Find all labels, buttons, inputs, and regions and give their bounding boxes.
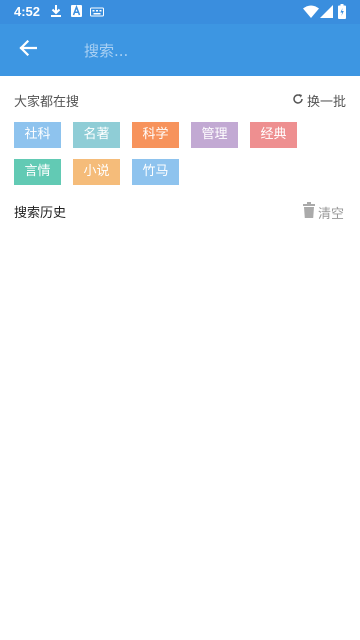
search-history-title: 搜索历史: [14, 206, 67, 221]
search-input[interactable]: [82, 36, 326, 66]
tag-label: 小说: [83, 164, 110, 179]
tag-item[interactable]: 小说: [73, 159, 120, 185]
tag-label: 名著: [83, 127, 110, 142]
refresh-label: 换一批: [306, 95, 346, 110]
app-bar: [0, 24, 360, 76]
tag-item[interactable]: 科学: [132, 122, 179, 148]
download-icon: [50, 4, 62, 23]
back-button[interactable]: [8, 30, 48, 70]
clear-history-button[interactable]: 清空: [302, 202, 344, 222]
tag-item[interactable]: 名著: [73, 122, 120, 148]
status-bar: 4:52: [0, 0, 360, 24]
tag-label: 社科: [24, 127, 51, 142]
hot-searches-title: 大家都在搜: [14, 95, 80, 110]
trash-icon: [302, 202, 315, 222]
tag-label: 经典: [260, 127, 287, 142]
refresh-button[interactable]: 换一批: [292, 91, 346, 110]
tag-label: 科学: [142, 127, 169, 142]
wifi-icon: [303, 5, 319, 23]
refresh-icon: [292, 93, 304, 109]
tag-label: 管理: [201, 127, 228, 142]
keyboard-icon: [90, 4, 104, 22]
status-time: 4:52: [14, 4, 41, 19]
signal-icon: [320, 5, 333, 23]
arrow-left-icon: [19, 39, 38, 60]
tag-item[interactable]: 竹马: [132, 159, 179, 185]
clear-label: 清空: [317, 206, 344, 222]
tag-item[interactable]: 管理: [191, 122, 238, 148]
tag-item[interactable]: 社科: [14, 122, 61, 148]
tag-label: 竹马: [142, 164, 169, 179]
tag-item[interactable]: 经典: [250, 122, 297, 148]
a-icon: [71, 4, 82, 22]
tag-label: 言情: [24, 164, 51, 179]
battery-icon: [338, 4, 346, 24]
tag-item[interactable]: 言情: [14, 159, 61, 185]
